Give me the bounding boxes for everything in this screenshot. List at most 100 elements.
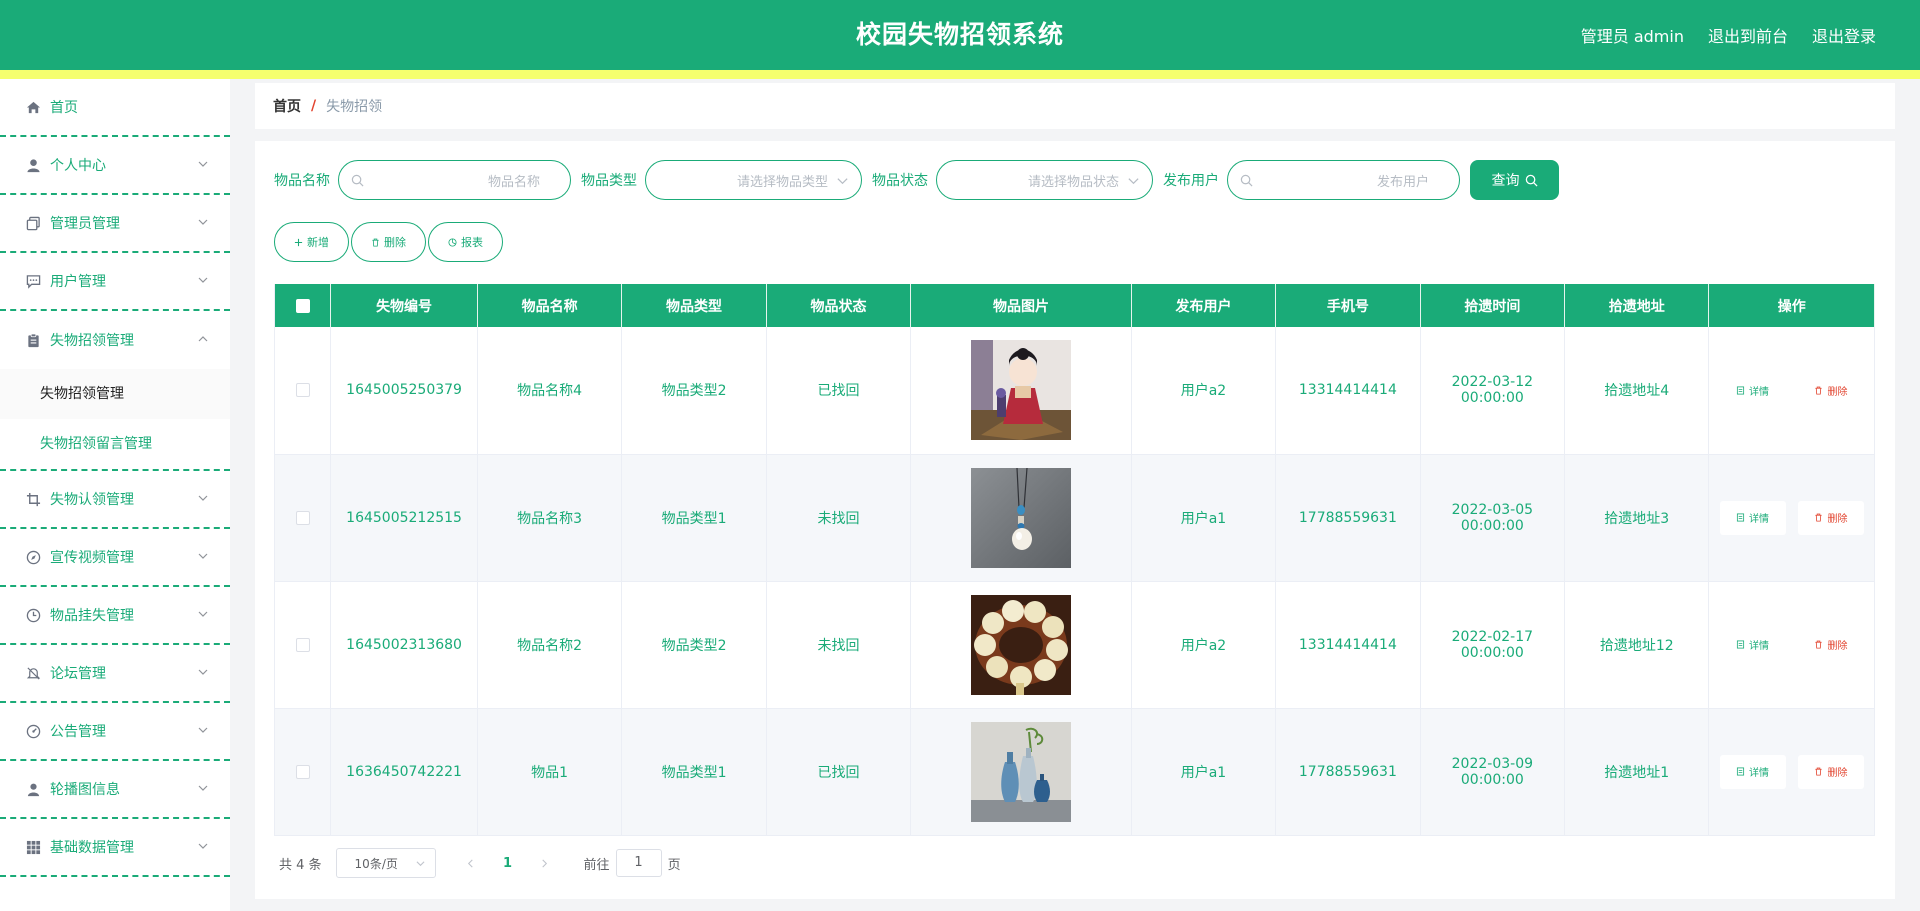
sidebar-item-label: 管理员管理 [50, 216, 120, 232]
report-button[interactable]: 报表 [428, 222, 503, 262]
sidebar-item-personal-center[interactable]: 个人中心 [0, 137, 230, 195]
col-header-user[interactable]: 发布用户 [1131, 284, 1277, 327]
grid-icon [25, 839, 41, 855]
publish-user-placeholder: 发布用户 [1376, 174, 1429, 190]
trash-icon [1815, 513, 1823, 522]
goto-page-input[interactable]: 1 [615, 849, 662, 877]
col-header-phone[interactable]: 手机号 [1275, 284, 1421, 327]
prev-page-button[interactable] [456, 848, 486, 878]
chevron-down-icon [198, 727, 208, 733]
cell-operations: 详情 删除 [1708, 581, 1875, 709]
query-button[interactable]: 查询 [1470, 160, 1559, 200]
add-button[interactable]: 新增 [274, 222, 349, 262]
col-header-address[interactable]: 拾遗地址 [1564, 284, 1710, 327]
sidebar-item-user-management[interactable]: 用户管理 [0, 253, 230, 311]
item-name-input[interactable]: 物品名称 [338, 160, 571, 200]
item-name-placeholder: 物品名称 [487, 174, 540, 190]
goto-prefix: 前往 [583, 857, 610, 873]
table-row: 1645005250379 物品名称4 物品类型2 已找回 用户a2 13314… [273, 327, 1875, 455]
gauge-icon [25, 723, 41, 739]
page-size-select[interactable]: 10条/页 [335, 848, 436, 878]
detail-button[interactable]: 详情 [1720, 628, 1786, 662]
sidebar-item-base-data-management[interactable]: 基础数据管理 [0, 819, 230, 877]
publish-user-input[interactable]: 发布用户 [1227, 160, 1460, 200]
row-checkbox[interactable] [295, 510, 310, 525]
sidebar-item-claim-management[interactable]: 失物认领管理 [0, 471, 230, 529]
col-header-time[interactable]: 拾遗时间 [1420, 284, 1566, 327]
item-type-select[interactable]: 请选择物品类型 [645, 160, 862, 200]
sidebar-item-video-management[interactable]: 宣传视频管理 [0, 529, 230, 587]
chevron-down-icon [198, 785, 208, 791]
bead-bracelet-image[interactable] [970, 594, 1071, 695]
sidebar-item-notice-management[interactable]: 公告管理 [0, 703, 230, 761]
lost-found-table: 失物编号 物品名称 物品类型 物品状态 物品图片 发布用户 手机号 拾遗时间 拾… [273, 284, 1875, 836]
detail-button[interactable]: 详情 [1719, 500, 1786, 535]
row-checkbox-cell[interactable] [273, 708, 332, 836]
row-checkbox[interactable] [295, 764, 310, 779]
search-icon [1240, 174, 1253, 186]
sidebar-item-admin-management[interactable]: 管理员管理 [0, 195, 230, 253]
detail-button[interactable]: 详情 [1719, 754, 1786, 789]
table-row: 1645005212515 物品名称3 物品类型1 未找回 用户a1 17788… [273, 454, 1875, 582]
sidebar-item-label: 公告管理 [50, 724, 106, 740]
delete-button[interactable]: 删除 [1797, 754, 1864, 789]
col-header-image[interactable]: 物品图片 [910, 284, 1132, 327]
select-all-checkbox[interactable] [273, 284, 332, 327]
jade-pendant-image[interactable] [970, 467, 1071, 568]
row-checkbox[interactable] [295, 383, 310, 398]
main-panel: 物品名称 物品名称 物品类型 请选择物品类型 物品状态 请选择物品状态 发布用户… [255, 141, 1895, 899]
page-number-1[interactable]: 1 [486, 856, 530, 871]
table-row: 1645002313680 物品名称2 物品类型2 未找回 用户a2 13314… [273, 581, 1875, 709]
admin-user-label[interactable]: 管理员 admin [1581, 23, 1684, 47]
sidebar-item-forum-management[interactable]: 论坛管理 [0, 645, 230, 703]
delete-button[interactable]: 删除 [1797, 500, 1864, 535]
breadcrumb-current: 失物招领 [326, 99, 383, 115]
item-type-placeholder: 请选择物品类型 [736, 174, 828, 190]
row-checkbox-cell[interactable] [273, 581, 332, 709]
clock-icon [25, 607, 41, 623]
sidebar-item-carousel-info[interactable]: 轮播图信息 [0, 761, 230, 819]
cell-id: 1645002313680 [330, 581, 478, 709]
col-header-id[interactable]: 失物编号 [330, 284, 478, 327]
header-checkbox[interactable] [295, 298, 310, 313]
row-checkbox-cell[interactable] [273, 327, 332, 455]
sidebar-item-loss-report-management[interactable]: 物品挂失管理 [0, 587, 230, 645]
ceramic-vases-image[interactable] [970, 721, 1071, 822]
plus-icon [294, 238, 303, 246]
query-button-label: 查询 [1491, 173, 1520, 189]
delete-button[interactable]: 删除 [1798, 628, 1864, 662]
chat-icon [25, 273, 41, 289]
cell-phone: 17788559631 [1275, 708, 1421, 836]
total-count: 共 4 条 [279, 857, 322, 873]
delete-label: 删除 [1827, 514, 1848, 525]
logout-link[interactable]: 退出登录 [1812, 23, 1876, 47]
chevron-down-icon [198, 843, 208, 849]
sidebar-item-label: 首页 [50, 100, 78, 116]
col-header-name[interactable]: 物品名称 [477, 284, 623, 327]
cell-address: 拾遗地址12 [1564, 581, 1710, 709]
batch-delete-button[interactable]: 删除 [351, 222, 426, 262]
cell-id: 1645005212515 [330, 454, 478, 582]
item-status-select[interactable]: 请选择物品状态 [936, 160, 1153, 200]
sidebar-item-home[interactable]: 首页 [0, 79, 230, 137]
row-checkbox[interactable] [295, 637, 310, 652]
chevron-left-icon [467, 859, 473, 867]
sidebar-subitem-lost-found-comments[interactable]: 失物招领留言管理 [0, 419, 230, 469]
doll-figurine-image[interactable] [970, 340, 1071, 441]
row-checkbox-cell[interactable] [273, 454, 332, 582]
sidebar-item-label: 物品挂失管理 [50, 608, 134, 624]
detail-button[interactable]: 详情 [1720, 373, 1786, 407]
document-icon [1736, 767, 1745, 776]
delete-button[interactable]: 删除 [1798, 373, 1864, 407]
document-icon [1736, 386, 1745, 395]
breadcrumb-home[interactable]: 首页 [273, 96, 301, 116]
col-header-status[interactable]: 物品状态 [766, 284, 912, 327]
chevron-down-icon [416, 860, 425, 866]
next-page-button[interactable] [530, 848, 560, 878]
to-front-link[interactable]: 退出到前台 [1708, 23, 1788, 47]
sidebar-item-lost-found-management[interactable]: 失物招领管理 [0, 311, 230, 369]
item-status-label: 物品状态 [872, 173, 928, 189]
sidebar-subitem-lost-found[interactable]: 失物招领管理 [0, 369, 230, 419]
detail-label: 详情 [1749, 514, 1770, 525]
col-header-type[interactable]: 物品类型 [621, 284, 767, 327]
